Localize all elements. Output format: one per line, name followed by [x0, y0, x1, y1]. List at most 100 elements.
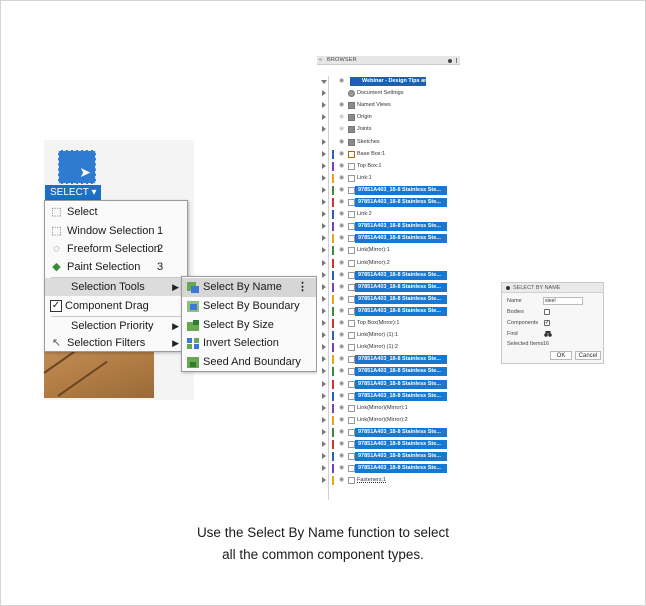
visibility-eye-icon[interactable]: ◉ — [339, 405, 346, 411]
expand-arrow-icon[interactable] — [322, 90, 326, 97]
menu-item-paint-selection[interactable]: ◆ Paint Selection 3 — [45, 258, 187, 276]
submenu-item-select-by-name[interactable]: Select By Name ⋮ — [182, 278, 316, 297]
expand-arrow-icon[interactable] — [322, 320, 326, 326]
expand-arrow-icon[interactable] — [322, 174, 326, 181]
visibility-eye-icon[interactable]: ◉ — [339, 199, 346, 205]
visibility-eye-icon[interactable]: ◉ — [339, 344, 346, 350]
expand-arrow-icon[interactable] — [322, 477, 326, 484]
expand-arrow-icon[interactable] — [322, 126, 326, 133]
tree-row[interactable]: ◉ Top Box:1 — [317, 161, 460, 171]
tree-row[interactable]: ◉ Base Box:1 — [317, 149, 460, 159]
tree-root-node[interactable]: ◉ Webinar - Design Tips ar... — [317, 77, 460, 86]
visibility-eye-icon[interactable]: ◉ — [339, 114, 346, 120]
visibility-eye-icon[interactable]: ◉ — [339, 332, 346, 338]
menu-item-selection-filters[interactable]: ↖ Selection Filters ▶ — [45, 334, 187, 352]
expand-arrow-icon[interactable] — [322, 150, 326, 157]
submenu-item-invert-selection[interactable]: Invert Selection — [182, 334, 316, 353]
tree-row[interactable]: ◉ 97851A403_18-8 Stainless Ste... — [317, 282, 460, 292]
tree-row[interactable]: ◉ 97851A403_18-8 Stainless Ste... — [317, 270, 460, 280]
expand-arrow-icon[interactable] — [322, 247, 326, 254]
component-drag-checkbox[interactable]: ✓ — [50, 300, 62, 312]
tree-row[interactable]: ◉ 97851A403_18-8 Stainless Ste... — [317, 367, 460, 377]
visibility-eye-icon[interactable]: ◉ — [339, 320, 346, 326]
tree-row[interactable]: ◉ 97851A403_18-8 Stainless Ste... — [317, 198, 460, 207]
expand-arrow-icon[interactable] — [322, 114, 326, 121]
visibility-eye-icon[interactable]: ◉ — [339, 223, 346, 229]
tree-row[interactable]: ◉ Link(Mirror):2 — [317, 258, 460, 268]
visibility-eye-icon[interactable]: ◉ — [339, 417, 346, 423]
visibility-eye-icon[interactable]: ◉ — [339, 139, 346, 145]
expand-arrow-icon[interactable] — [322, 211, 326, 218]
visibility-eye-icon[interactable]: ◉ — [339, 187, 346, 193]
tree-row[interactable]: ◉ Fasteners:1 — [317, 476, 460, 486]
visibility-eye-icon[interactable]: ◉ — [339, 151, 346, 157]
more-options-icon[interactable]: ⋮ — [297, 278, 308, 297]
tree-row[interactable]: ◉ 97851A403_18-8 Stainless Ste... — [317, 379, 460, 389]
expand-arrow-icon[interactable] — [322, 199, 326, 205]
menu-item-select[interactable]: ⬚ Select — [45, 203, 187, 221]
expand-arrow-icon[interactable] — [322, 368, 326, 375]
menu-item-selection-priority[interactable]: Selection Priority ▶ — [45, 317, 187, 335]
tree-row[interactable]: ◉ Link(Mirror) (1):1 — [317, 331, 460, 341]
tree-row[interactable]: ◉ 97851A403_18-8 Stainless Ste... — [317, 355, 460, 365]
expand-arrow-icon[interactable] — [322, 307, 326, 314]
expand-arrow-icon[interactable] — [322, 428, 326, 435]
tree-row[interactable]: ◉ Link(Mirror) (1):2 — [317, 343, 460, 353]
expand-arrow-icon[interactable] — [322, 344, 326, 351]
visibility-eye-icon[interactable]: ◉ — [339, 465, 346, 471]
tree-row[interactable]: ◉ Joints — [317, 125, 460, 134]
components-checkbox[interactable]: ✓ — [544, 320, 550, 326]
visibility-eye-icon[interactable]: ◉ — [339, 211, 346, 217]
collapse-icon[interactable]: « — [319, 56, 322, 65]
tree-row[interactable]: ◉ Link(Mirror)(Mirror):1 — [317, 403, 460, 413]
visibility-eye-icon[interactable]: ◉ — [339, 78, 346, 84]
tree-row[interactable]: ◉ Link(Mirror)(Mirror):2 — [317, 415, 460, 425]
tree-row[interactable]: ◉ Link(Mirror):1 — [317, 246, 460, 256]
tree-row[interactable]: ◉ Link:2 — [317, 210, 460, 220]
tree-row[interactable]: ◉ 97851A403_18-8 Stainless Ste... — [317, 440, 460, 449]
tree-row[interactable]: ◉ Link:1 — [317, 173, 460, 183]
visibility-eye-icon[interactable]: ◉ — [339, 381, 346, 387]
visibility-eye-icon[interactable]: ◉ — [339, 102, 346, 108]
visibility-eye-icon[interactable]: ◉ — [339, 247, 346, 253]
menu-item-component-drag[interactable]: ✓ Component Drag — [45, 297, 187, 315]
expanded-arrow-icon[interactable] — [321, 80, 327, 84]
tree-row[interactable]: ◉ 97851A403_18-8 Stainless Ste... — [317, 185, 460, 195]
tree-row[interactable]: ◉ Named Views — [317, 101, 460, 110]
tree-row[interactable]: ◉ 97851A403_18-8 Stainless Ste... — [317, 464, 460, 474]
visibility-eye-icon[interactable]: ◉ — [339, 368, 346, 374]
expand-arrow-icon[interactable] — [322, 356, 326, 363]
expand-arrow-icon[interactable] — [322, 416, 326, 423]
submenu-item-seed-and-boundary[interactable]: Seed And Boundary — [182, 353, 316, 372]
tree-row[interactable]: ◉ 97851A403_18-8 Stainless Ste... — [317, 294, 460, 304]
tree-row[interactable]: ◉ Top Box(Mirror):1 — [317, 319, 460, 328]
expand-arrow-icon[interactable] — [322, 283, 326, 290]
visibility-eye-icon[interactable]: ◉ — [339, 284, 346, 290]
expand-arrow-icon[interactable] — [322, 271, 326, 278]
visibility-eye-icon[interactable]: ◉ — [339, 235, 346, 241]
tree-row[interactable]: ◉ 97851A403_18-8 Stainless Ste... — [317, 234, 460, 244]
visibility-eye-icon[interactable]: ◉ — [339, 441, 346, 447]
visibility-eye-icon[interactable]: ◉ — [339, 126, 346, 132]
expand-arrow-icon[interactable] — [322, 380, 326, 387]
menu-item-freeform-selection[interactable]: ◌ Freeform Selection 2 — [45, 240, 187, 258]
expand-arrow-icon[interactable] — [322, 332, 326, 339]
tree-row[interactable]: ◉ Origin — [317, 113, 460, 122]
select-dropdown-button[interactable]: SELECT ▾ — [45, 185, 101, 200]
visibility-eye-icon[interactable]: ◉ — [339, 477, 346, 483]
cancel-button[interactable]: Cancel — [575, 351, 601, 360]
tree-row[interactable]: ◉ 97851A403_18-8 Stainless Ste... — [317, 306, 460, 316]
expand-arrow-icon[interactable] — [322, 223, 326, 230]
binoculars-icon[interactable] — [544, 331, 552, 337]
visibility-eye-icon[interactable]: ◉ — [339, 175, 346, 181]
expand-arrow-icon[interactable] — [322, 138, 326, 145]
tree-row[interactable]: ◉ 97851A403_18-8 Stainless Ste... — [317, 427, 460, 437]
expand-arrow-icon[interactable] — [322, 392, 326, 399]
submenu-item-select-by-boundary[interactable]: Select By Boundary — [182, 297, 316, 316]
expand-arrow-icon[interactable] — [322, 259, 326, 266]
visibility-eye-icon[interactable]: ◉ — [339, 429, 346, 435]
visibility-eye-icon[interactable]: ◉ — [339, 308, 346, 314]
select-tool-icon[interactable]: ➤ — [58, 150, 96, 184]
visibility-eye-icon[interactable]: ◉ — [339, 453, 346, 459]
tree-row[interactable]: ◉ 97851A403_18-8 Stainless Ste... — [317, 391, 460, 401]
